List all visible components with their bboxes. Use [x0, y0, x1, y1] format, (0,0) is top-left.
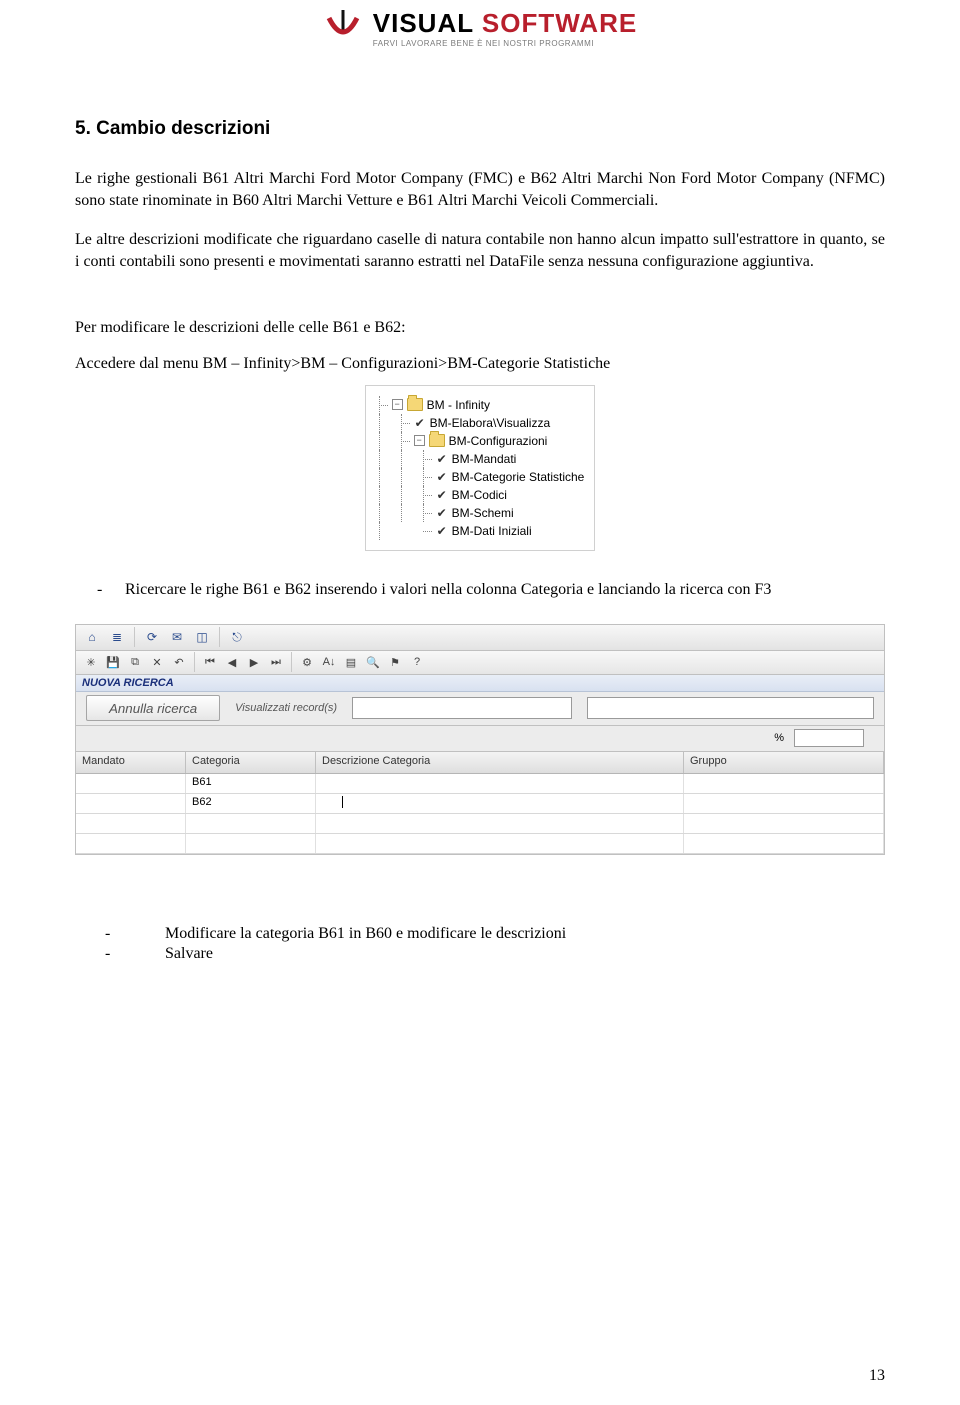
- cell-categoria[interactable]: B61: [186, 774, 316, 793]
- visualized-label: Visualizzati record(s): [235, 702, 337, 714]
- tree-label: BM-Elabora\Visualizza: [430, 416, 551, 430]
- percent-label: %: [774, 732, 784, 744]
- help-icon[interactable]: ?: [407, 652, 427, 672]
- table-row-empty[interactable]: [76, 834, 884, 854]
- folder-icon: [429, 434, 445, 447]
- tree-label: BM-Mandati: [452, 452, 517, 466]
- cell-gruppo[interactable]: [684, 794, 884, 813]
- cell-gruppo[interactable]: [684, 774, 884, 793]
- tree-node[interactable]: ✔ BM-Dati Iniziali: [370, 522, 585, 540]
- cell-mandato[interactable]: [76, 774, 186, 793]
- cell-descrizione[interactable]: [316, 794, 684, 813]
- tree-node-config[interactable]: − BM-Configurazioni: [370, 432, 585, 450]
- percent-field: [794, 729, 864, 747]
- tree-label: BM-Configurazioni: [449, 434, 548, 448]
- home-icon[interactable]: ⌂: [81, 626, 103, 648]
- cell-mandato[interactable]: [76, 794, 186, 813]
- tree-node-root[interactable]: − BM - Infinity: [370, 396, 585, 414]
- app-grid-screenshot: ⌂ ≣ ⟳ ✉ ◫ ⎋ ✳ 💾 ⧉ ✕ ↶ ⏮ ◀ ▶ ⏭ ⚙ A↓ ▤ 🔍 ⚑…: [75, 624, 885, 855]
- tree-node[interactable]: ✔ BM-Schemi: [370, 504, 585, 522]
- progress-row: %: [76, 726, 884, 752]
- list-icon[interactable]: ≣: [106, 626, 128, 648]
- section-title: 5. Cambio descrizioni: [75, 118, 885, 140]
- col-gruppo[interactable]: Gruppo: [684, 752, 884, 773]
- tools-icon[interactable]: ⚙: [297, 652, 317, 672]
- tree-label: BM-Dati Iniziali: [452, 524, 532, 538]
- doc-list-item: -Ricercare le righe B61 e B62 inserendo …: [75, 581, 885, 599]
- check-icon: ✔: [436, 470, 448, 484]
- tree-node[interactable]: ✔ BM-Elabora\Visualizza: [370, 414, 585, 432]
- check-icon: ✔: [436, 506, 448, 520]
- cell-categoria-active[interactable]: B62: [186, 794, 316, 813]
- search-banner: NUOVA RICERCA: [76, 675, 884, 692]
- search-banner-label: NUOVA RICERCA: [82, 677, 174, 689]
- last-record-icon[interactable]: ⏭: [266, 652, 286, 672]
- logo-tagline: FARVI LAVORARE BENE È NEI NOSTRI PROGRAM…: [373, 39, 637, 48]
- collapse-icon[interactable]: −: [392, 399, 403, 410]
- logo-name-part1: VISUAL: [373, 8, 474, 38]
- list-text: Modificare la categoria B61 in B60 e mod…: [165, 925, 566, 942]
- cancel-search-button[interactable]: Annulla ricerca: [86, 695, 220, 721]
- subline-intro: Per modificare le descrizioni delle cell…: [75, 317, 885, 339]
- collapse-icon[interactable]: −: [414, 435, 425, 446]
- brand-logo: VISUAL SOFTWARE FARVI LAVORARE BENE È NE…: [75, 0, 885, 73]
- record-count-field: [352, 697, 572, 719]
- tree-node[interactable]: ✔ BM-Mandati: [370, 450, 585, 468]
- page-number: 13: [869, 1367, 885, 1385]
- exit-icon[interactable]: ⎋: [226, 626, 248, 648]
- table-row[interactable]: B62: [76, 794, 884, 814]
- main-toolbar: ⌂ ≣ ⟳ ✉ ◫ ⎋: [76, 625, 884, 651]
- first-record-icon[interactable]: ⏮: [200, 652, 220, 672]
- menu-tree-screenshot: − BM - Infinity ✔ BM-Elabora\Visualizza …: [75, 385, 885, 551]
- next-record-icon[interactable]: ▶: [244, 652, 264, 672]
- sort-az-icon[interactable]: A↓: [319, 652, 339, 672]
- find-icon[interactable]: 🔍: [363, 652, 383, 672]
- cell-descrizione[interactable]: [316, 774, 684, 793]
- chart-icon[interactable]: ◫: [191, 626, 213, 648]
- bottom-list-item: -Modificare la categoria B61 in B60 e mo…: [75, 925, 885, 943]
- refresh-icon[interactable]: ⟳: [141, 626, 163, 648]
- filter-icon[interactable]: ▤: [341, 652, 361, 672]
- list-text: Ricercare le righe B61 e B62 inserendo i…: [125, 581, 771, 598]
- tree-label: BM - Infinity: [427, 398, 490, 412]
- tree-label: BM-Codici: [452, 488, 507, 502]
- info-field: [587, 697, 874, 719]
- tree-label: BM-Schemi: [452, 506, 514, 520]
- search-row: Annulla ricerca Visualizzati record(s): [76, 692, 884, 726]
- paragraph-1: Le righe gestionali B61 Altri Marchi For…: [75, 168, 885, 211]
- table-row-empty[interactable]: [76, 814, 884, 834]
- record-toolbar: ✳ 💾 ⧉ ✕ ↶ ⏮ ◀ ▶ ⏭ ⚙ A↓ ▤ 🔍 ⚑ ?: [76, 651, 884, 675]
- col-categoria[interactable]: Categoria: [186, 752, 316, 773]
- check-icon: ✔: [414, 416, 426, 430]
- tree-label: BM-Categorie Statistiche: [452, 470, 585, 484]
- logo-mark-icon: [323, 8, 363, 48]
- bottom-list-item: -Salvare: [75, 945, 885, 963]
- save-icon[interactable]: 💾: [103, 652, 123, 672]
- tree-node[interactable]: ✔ BM-Codici: [370, 486, 585, 504]
- prev-record-icon[interactable]: ◀: [222, 652, 242, 672]
- copy-icon[interactable]: ⧉: [125, 652, 145, 672]
- grid-header: Mandato Categoria Descrizione Categoria …: [76, 752, 884, 774]
- undo-icon[interactable]: ↶: [169, 652, 189, 672]
- paragraph-2: Le altre descrizioni modificate che rigu…: [75, 229, 885, 272]
- flag-icon[interactable]: ⚑: [385, 652, 405, 672]
- check-icon: ✔: [436, 452, 448, 466]
- new-icon[interactable]: ✳: [81, 652, 101, 672]
- check-icon: ✔: [436, 524, 448, 538]
- tree-node[interactable]: ✔ BM-Categorie Statistiche: [370, 468, 585, 486]
- delete-icon[interactable]: ✕: [147, 652, 167, 672]
- col-descrizione[interactable]: Descrizione Categoria: [316, 752, 684, 773]
- check-icon: ✔: [436, 488, 448, 502]
- table-row[interactable]: B61: [76, 774, 884, 794]
- list-text: Salvare: [165, 945, 213, 962]
- col-mandato[interactable]: Mandato: [76, 752, 186, 773]
- subline-path: Accedere dal menu BM – Infinity>BM – Con…: [75, 353, 885, 375]
- logo-name-part2: SOFTWARE: [482, 8, 637, 38]
- mail-icon[interactable]: ✉: [166, 626, 188, 648]
- folder-icon: [407, 398, 423, 411]
